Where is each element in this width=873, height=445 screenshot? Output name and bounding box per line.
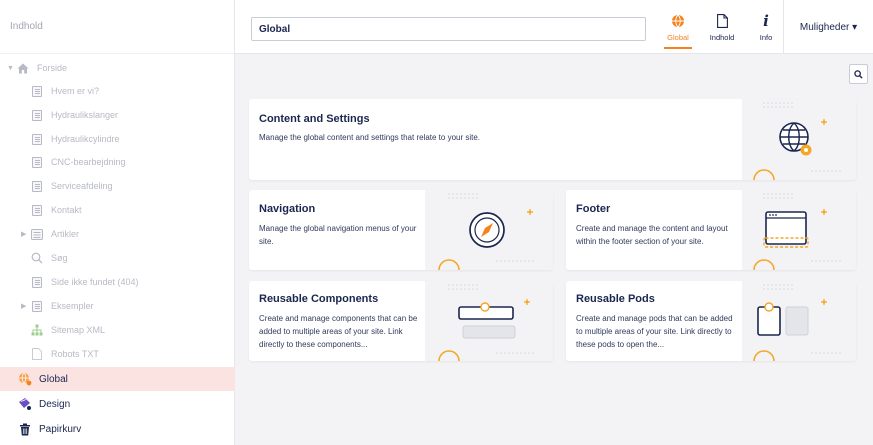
card-description: Create and manage pods that can be added… (576, 314, 733, 349)
app-tab-indhold[interactable]: Indhold (700, 0, 744, 54)
search-icon (854, 69, 863, 79)
card-navigation[interactable]: Navigation Manage the global navigation … (249, 190, 553, 270)
tree-item-label: Søg (51, 253, 68, 263)
card-description: Create and manage components that can be… (259, 314, 418, 349)
caret-down-icon[interactable]: ▼ (7, 65, 14, 72)
document-icon (31, 133, 43, 145)
tree-item-label: Hydraulikslanger (51, 110, 119, 120)
document-icon (31, 85, 43, 97)
tree-item-label: Side ikke fundet (404) (51, 277, 139, 287)
trash-icon (18, 422, 32, 436)
document-icon (31, 300, 43, 312)
tree-item-label: Hydraulikcylindre (51, 134, 120, 144)
sidebar: Indhold ▼ Forside Hvem er vi? Hydrauliks… (0, 0, 235, 445)
document-icon (31, 156, 43, 168)
document-icon (31, 109, 43, 121)
tree-item-hvem-er-vi[interactable]: Hvem er vi? (0, 81, 235, 101)
card-illustration (742, 281, 856, 361)
card-title: Footer (576, 203, 611, 215)
card-title: Reusable Pods (576, 293, 655, 305)
tree-item-label: Kontakt (51, 205, 82, 215)
tree-item-label: Eksempler (51, 301, 94, 311)
tree-item-sitemap-xml[interactable]: Sitemap XML (0, 320, 235, 340)
card-illustration (742, 99, 856, 180)
card-content-and-settings[interactable]: Content and Settings Manage the global c… (249, 99, 856, 180)
section-label: Global (39, 373, 68, 385)
tree-item-forside[interactable]: ▼ Forside (0, 58, 235, 78)
footer-layout-icon (753, 193, 841, 270)
section-label: Design (39, 398, 71, 410)
document-icon (31, 180, 43, 192)
components-icon (438, 284, 534, 361)
tree-item-hydraulikcylindre[interactable]: Hydraulikcylindre (0, 129, 235, 149)
document-icon (31, 276, 43, 288)
app-tab-label: Global (667, 32, 689, 42)
globe-icon (671, 13, 685, 29)
card-description: Manage the global navigation menus of yo… (259, 224, 417, 246)
list-icon (31, 228, 43, 240)
compass-icon (438, 193, 534, 270)
card-illustration (425, 190, 553, 270)
document-icon (716, 13, 728, 29)
file-icon (31, 348, 43, 360)
tree-item-cnc-bearbejdning[interactable]: CNC-bearbejdning (0, 152, 235, 172)
document-icon (31, 204, 43, 216)
sitemap-icon (31, 324, 43, 336)
card-illustration (742, 190, 856, 270)
caret-right-icon[interactable]: ▶ (21, 230, 26, 238)
section-design[interactable]: Design (0, 392, 235, 416)
search-button[interactable] (849, 64, 868, 84)
card-description: Create and manage the content and layout… (576, 224, 728, 246)
tree-item-label: Hvem er vi? (51, 86, 100, 96)
tree-item-label: Forside (37, 63, 68, 73)
tree-item-label: Sitemap XML (51, 325, 106, 335)
app-tab-info[interactable]: i Info (744, 0, 788, 54)
card-title: Content and Settings (259, 113, 370, 125)
tree-item-robots-txt[interactable]: Robots TXT (0, 344, 235, 364)
tree-item-label: CNC-bearbejdning (51, 157, 126, 167)
editor-header: Global Indhold i Info Muligheder ▾ (235, 0, 873, 54)
caret-right-icon[interactable]: ▶ (21, 302, 26, 310)
section-label: Papirkurv (39, 423, 82, 435)
tree-item-serviceafdeling[interactable]: Serviceafdeling (0, 176, 235, 196)
app-tab-label: Indhold (709, 32, 735, 42)
app-tab-global[interactable]: Global (656, 0, 700, 54)
card-reusable-components[interactable]: Reusable Components Create and manage co… (249, 281, 553, 361)
card-title: Navigation (259, 203, 316, 215)
card-description: Manage the global content and settings t… (259, 133, 481, 142)
tree-item-kontakt[interactable]: Kontakt (0, 200, 235, 220)
globe-gear-icon (753, 102, 841, 180)
tree-item-label: Serviceafdeling (51, 181, 113, 191)
pods-icon (753, 284, 841, 361)
section-papirkurv[interactable]: Papirkurv (0, 417, 235, 441)
section-global[interactable]: Global (0, 367, 235, 391)
app-tab-label: Info (759, 32, 773, 42)
tree-item-artikler[interactable]: ▶ Artikler (0, 224, 235, 244)
tree-item-sog[interactable]: Søg (0, 248, 235, 268)
card-title: Reusable Components (259, 293, 379, 305)
node-name-input[interactable] (251, 17, 646, 41)
card-reusable-pods[interactable]: Reusable Pods Create and manage pods tha… (566, 281, 856, 361)
design-icon (18, 397, 32, 411)
sidebar-header: Indhold (0, 0, 234, 54)
card-footer[interactable]: Footer Create and manage the content and… (566, 190, 856, 270)
search-icon (31, 252, 43, 264)
info-icon: i (763, 11, 769, 30)
card-illustration (425, 281, 553, 361)
globe-icon (18, 372, 32, 386)
tree-item-label: Artikler (51, 229, 80, 239)
home-icon (17, 62, 29, 74)
tree-item-label: Robots TXT (51, 349, 99, 359)
options-dropdown-button[interactable]: Muligheder ▾ (783, 0, 873, 54)
tree-item-hydraulikslanger[interactable]: Hydraulikslanger (0, 105, 235, 125)
tree-item-eksempler[interactable]: ▶ Eksempler (0, 296, 235, 316)
tree-item-side-ikke-fundet[interactable]: Side ikke fundet (404) (0, 272, 235, 292)
